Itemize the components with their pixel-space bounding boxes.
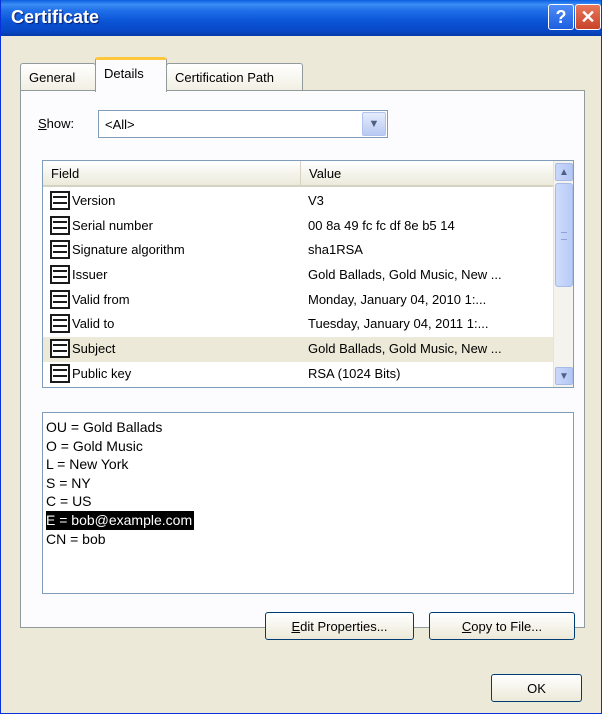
column-header-field[interactable]: Field xyxy=(43,161,301,185)
table-row[interactable]: Public key RSA (1024 Bits) xyxy=(43,362,553,387)
field-icon xyxy=(50,191,70,210)
field-icon xyxy=(50,265,70,285)
certificate-dialog: Certificate ? ✕ General Certification Pa… xyxy=(0,0,602,714)
detail-line: OU = Gold Ballads xyxy=(46,419,163,435)
field-icon xyxy=(50,289,70,309)
ok-button[interactable]: OK xyxy=(491,674,582,702)
list-rows: Version V3 Serial number 00 8a 49 fc fc df … xyxy=(43,189,553,387)
field-name: Serial number xyxy=(72,217,153,233)
chevron-down-icon[interactable]: ▼ xyxy=(362,112,386,136)
show-dropdown[interactable]: <All> ▼ xyxy=(98,110,388,138)
close-button[interactable]: ✕ xyxy=(575,4,601,30)
table-row[interactable]: Version V3 xyxy=(43,189,553,214)
table-row[interactable]: Issuer Gold Ballads, Gold Music, New ... xyxy=(43,263,553,288)
scroll-thumb[interactable] xyxy=(555,183,573,287)
table-row[interactable]: Subject Gold Ballads, Gold Music, New ... xyxy=(43,337,553,362)
detail-line: S = NY xyxy=(46,474,91,491)
help-icon: ? xyxy=(555,6,567,27)
detail-line: O = Gold Music xyxy=(46,437,143,454)
copy-to-file-button[interactable]: Copy to File... xyxy=(429,612,575,640)
detail-line: L = New York xyxy=(46,456,129,473)
field-value: V3 xyxy=(308,193,324,208)
field-icon xyxy=(50,339,70,359)
field-value: sha1RSA xyxy=(308,242,363,258)
field-value: Monday, January 04, 2010 1:... xyxy=(308,291,487,307)
field-value: RSA (1024 Bits) xyxy=(308,365,401,381)
detail-line: C = US xyxy=(46,493,92,510)
list-header: Field Value xyxy=(43,161,553,187)
show-dropdown-value: <All> xyxy=(105,117,135,132)
field-value: Gold Ballads, Gold Music, New ... xyxy=(308,341,502,357)
tab-general[interactable]: General xyxy=(20,63,96,91)
tab-details[interactable]: Details xyxy=(95,57,167,92)
field-icon xyxy=(50,240,70,260)
close-icon: ✕ xyxy=(580,6,596,27)
table-row[interactable]: Valid from Monday, January 04, 2010 1:... xyxy=(43,288,553,313)
detail-line: E = bob@example.com xyxy=(46,510,195,530)
field-name: Valid from xyxy=(72,291,130,307)
field-value: 00 8a 49 fc fc df 8e b5 14 xyxy=(308,217,455,233)
edit-properties-button[interactable]: Edit Properties... xyxy=(265,612,414,640)
field-value: Tuesday, January 04, 2011 1:... xyxy=(308,316,489,332)
table-row[interactable]: Serial number 00 8a 49 fc fc df 8e b5 14 xyxy=(43,214,553,239)
field-icon xyxy=(50,215,70,235)
tab-certification-path[interactable]: Certification Path xyxy=(166,63,303,91)
list-scrollbar[interactable]: ▲ ▼ xyxy=(553,161,573,387)
field-name: Issuer xyxy=(72,267,108,283)
table-row[interactable]: Valid to Tuesday, January 04, 2011 1:... xyxy=(43,312,553,337)
scroll-down-icon[interactable]: ▼ xyxy=(555,367,573,385)
field-name: Public key xyxy=(72,365,132,381)
field-icon xyxy=(50,363,70,383)
field-detail-text[interactable]: OU = Gold Ballads O = Gold Music L = New Y… xyxy=(42,412,574,594)
field-name: Valid to xyxy=(72,316,115,332)
help-button[interactable]: ? xyxy=(548,4,574,30)
column-header-value[interactable]: Value xyxy=(301,161,553,185)
field-list[interactable]: Field Value Version V3 Serial number 00 8a … xyxy=(42,160,574,388)
field-value: Gold Ballads, Gold Music, New ... xyxy=(308,267,502,283)
detail-line: CN = bob xyxy=(46,530,106,547)
field-icon xyxy=(50,314,70,334)
field-name: Subject xyxy=(72,341,116,357)
title-bar[interactable]: Certificate ? ✕ xyxy=(1,0,601,36)
field-name: Version xyxy=(72,193,116,208)
table-row[interactable]: Signature algorithm sha1RSA xyxy=(43,238,553,263)
scroll-up-icon[interactable]: ▲ xyxy=(555,163,573,181)
window-title: Certificate xyxy=(11,7,100,27)
show-label: Show: xyxy=(38,116,75,131)
field-name: Signature algorithm xyxy=(72,242,185,258)
